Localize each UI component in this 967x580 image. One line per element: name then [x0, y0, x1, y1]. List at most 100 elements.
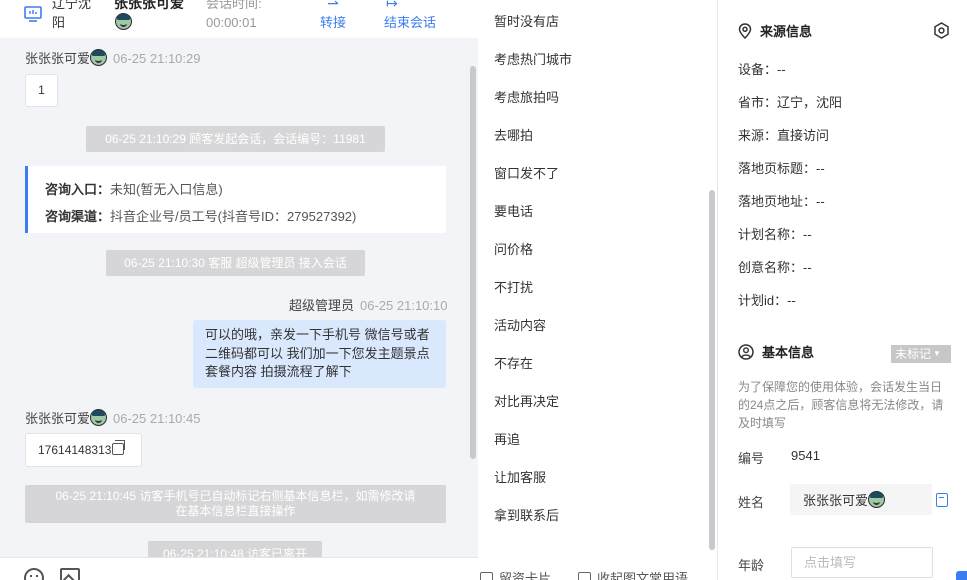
quick-reply-item[interactable]: 活动内容 — [494, 317, 546, 335]
transfer-label: 转接 — [319, 15, 346, 30]
caret-down-icon: ▼ — [933, 349, 941, 358]
chat-header: 辽宁沈阳 张张张可爱 会话时间: 00:00:01 ⇀ 转接 ↦ 结束会话 — [0, 0, 478, 38]
lead-card-label: 留资卡片 — [499, 571, 552, 580]
quick-reply-item[interactable]: 暂时没有店 — [494, 13, 559, 31]
system-notice: 06-25 21:10:29 顾客发起会话，会话编号：11981 — [86, 126, 385, 152]
visitor-nick-row: 张张张可爱 — [114, 0, 184, 30]
tag-label: 未标记 — [895, 347, 932, 361]
monitor-icon — [24, 6, 42, 22]
message-meta: 超级管理员 06-25 21:10:10 — [289, 295, 447, 314]
sender-name: 张张张可爱 — [25, 51, 91, 66]
quick-reply-panel: 暂时没有店 考虑热门城市 考虑旅拍吗 去哪拍 窗口发不了 要电话 问价格 不打扰… — [478, 0, 718, 580]
system-notice: 06-25 21:10:45 访客手机号已自动标记右侧基本信息栏，如需修改请 在… — [25, 485, 446, 523]
notice-line: 06-25 21:10:45 访客手机号已自动标记右侧基本信息栏，如需修改请 — [55, 489, 416, 503]
location-pin-icon — [738, 23, 752, 39]
collapse-phrases-label: 收起图文常用语 — [597, 571, 689, 580]
copy-name-icon[interactable] — [936, 493, 948, 507]
quick-reply-item[interactable]: 拿到联系后 — [494, 507, 559, 525]
transfer-button[interactable]: ⇀ 转接 — [318, 0, 348, 32]
age-input[interactable] — [791, 547, 933, 578]
quick-reply-item[interactable]: 问价格 — [494, 241, 533, 259]
collapse-icon — [578, 572, 591, 580]
privacy-note: 为了保障您的使用体验，会话发生当日的24点之后，顾客信息将无法修改，请及时填写 — [738, 380, 944, 430]
chat-toolbar — [0, 557, 478, 580]
visitor-message-bubble: 1 — [25, 74, 58, 107]
end-session-button[interactable]: ↦ 结束会话 — [384, 0, 442, 32]
quick-reply-item[interactable]: 考虑热门城市 — [494, 51, 572, 69]
save-button[interactable] — [956, 571, 967, 580]
message-time: 06-25 21:10:45 — [113, 411, 201, 426]
avatar-emoji-icon — [868, 491, 886, 508]
chat-panel: 辽宁沈阳 张张张可爱 会话时间: 00:00:01 ⇀ 转接 ↦ 结束会话 张张… — [0, 0, 478, 580]
notice-line: 在基本信息栏直接操作 — [175, 504, 296, 518]
name-label: 姓名 — [738, 495, 765, 510]
user-icon — [738, 344, 754, 360]
exit-icon: ↦ — [386, 0, 398, 11]
message-line: 可以的哦，亲发一下手机号 微信号或者 — [205, 327, 430, 342]
visitor-location: 辽宁沈阳 — [52, 0, 92, 30]
session-time-value: 00:00:01 — [206, 15, 257, 30]
source-info-title-text: 来源信息 — [760, 24, 813, 39]
quick-reply-item[interactable]: 要电话 — [494, 203, 533, 221]
quick-reply-scrollbar[interactable] — [709, 190, 715, 550]
consult-info-card: 咨询入口：未知(暂无入口信息) 咨询渠道：抖音企业号/员工号(抖音号ID：279… — [25, 166, 446, 233]
avatar-emoji-icon — [90, 409, 108, 426]
collapse-phrases-button[interactable]: 收起图文常用语 — [578, 568, 688, 580]
entry-value: 未知(暂无入口信息) — [110, 182, 223, 197]
sender-name: 张张张可爱 — [25, 411, 91, 426]
message-line: 套餐内容 拍摄流程了解下 — [205, 364, 352, 379]
source-channel: 来源：直接访问 — [738, 128, 830, 143]
settings-icon[interactable] — [933, 22, 950, 39]
source-landing-url: 落地页地址：-- — [738, 194, 825, 209]
channel-label: 咨询渠道： — [45, 209, 111, 224]
tag-dropdown[interactable]: 未标记 ▼ — [891, 345, 951, 363]
chat-scrollbar[interactable] — [470, 66, 476, 459]
source-plan-name: 计划名称：-- — [738, 227, 812, 242]
quick-reply-item[interactable]: 让加客服 — [494, 469, 546, 487]
source-creative-name: 创意名称：-- — [738, 260, 812, 275]
phone-number-text: 17614148313 — [38, 443, 112, 457]
code-value: 9541 — [791, 448, 820, 463]
quick-reply-item[interactable]: 不打扰 — [494, 279, 533, 297]
source-province-city: 省市：辽宁，沈阳 — [738, 95, 843, 110]
image-icon[interactable] — [60, 568, 80, 580]
message-time: 06-25 21:10:10 — [360, 298, 448, 313]
agent-message-bubble: 可以的哦，亲发一下手机号 微信号或者 二维码都可以 我们加一下您发主题景点 套餐… — [193, 320, 446, 388]
channel-value: 抖音企业号/员工号(抖音号ID：279527392) — [110, 209, 357, 224]
basic-info-title: 基本信息 — [738, 344, 814, 362]
message-line: 二维码都可以 我们加一下您发主题景点 — [205, 345, 430, 361]
quick-reply-item[interactable]: 再追 — [494, 431, 520, 449]
quick-reply-item[interactable]: 窗口发不了 — [494, 165, 559, 183]
name-value: 张张张可爱 — [803, 493, 869, 508]
session-timer: 会话时间: 00:00:01 — [206, 0, 262, 32]
visitor-nick: 张张张可爱 — [114, 0, 184, 11]
message-time: 06-25 21:10:29 — [113, 51, 201, 66]
age-label: 年龄 — [738, 558, 765, 573]
copy-icon[interactable] — [112, 440, 126, 455]
session-time-label: 会话时间: — [206, 0, 262, 11]
message-meta: 张张张可爱 06-25 21:10:45 — [25, 408, 200, 427]
avatar-emoji-icon — [90, 49, 108, 66]
emoji-icon[interactable] — [24, 568, 44, 580]
system-notice: 06-25 21:10:30 客服 超级管理员 接入会话 — [106, 250, 365, 276]
source-landing-title: 落地页标题：-- — [738, 161, 825, 176]
source-device: 设备：-- — [738, 62, 786, 77]
avatar-emoji-icon — [115, 13, 132, 30]
code-label: 编号 — [738, 451, 765, 466]
end-session-label: 结束会话 — [384, 15, 437, 30]
customer-info-panel: 来源信息 设备：-- 省市：辽宁，沈阳 来源：直接访问 落地页标题：-- 落地页… — [719, 0, 967, 580]
quick-reply-item[interactable]: 对比再决定 — [494, 393, 559, 411]
quick-reply-item[interactable]: 考虑旅拍吗 — [494, 89, 559, 107]
name-field[interactable]: 张张张可爱 — [790, 484, 932, 515]
message-meta: 张张张可爱 06-25 21:10:29 — [25, 48, 200, 67]
sender-name: 超级管理员 — [289, 298, 355, 313]
basic-info-title-text: 基本信息 — [762, 345, 815, 360]
transfer-icon: ⇀ — [327, 0, 339, 11]
lead-card-button[interactable]: 留资卡片 — [480, 568, 551, 580]
quick-reply-item[interactable]: 不存在 — [494, 355, 533, 373]
visitor-message-bubble: 17614148313 — [25, 433, 142, 467]
source-info-title: 来源信息 — [738, 23, 812, 41]
quick-reply-item[interactable]: 去哪拍 — [494, 127, 533, 145]
source-plan-id: 计划id：-- — [738, 293, 796, 308]
card-icon — [480, 572, 493, 580]
